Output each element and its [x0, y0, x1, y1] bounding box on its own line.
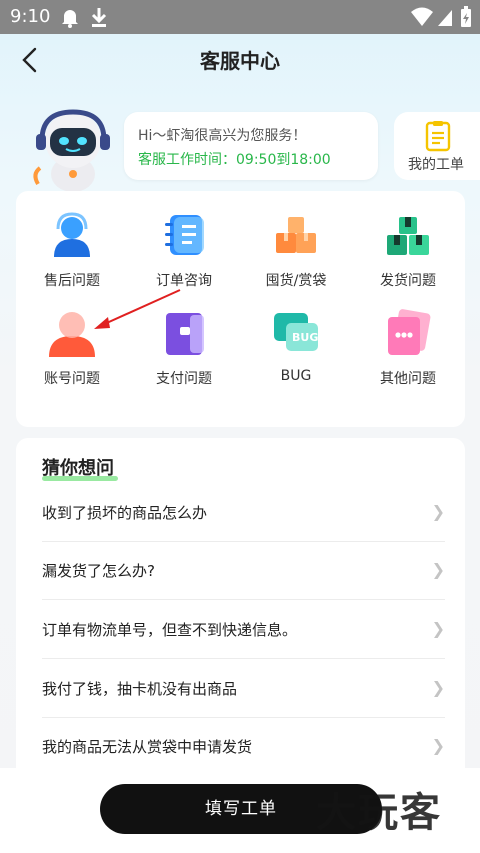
wifi-icon: [411, 7, 433, 26]
category-bug[interactable]: BUG BUG: [240, 301, 352, 391]
faq-item[interactable]: 收到了损坏的商品怎么办 ❯: [42, 484, 445, 542]
status-time: 9:10: [10, 6, 51, 27]
service-hours-text: 客服工作时间：09:50到18:00: [138, 152, 331, 168]
status-bar: 9:10: [0, 0, 480, 34]
headset-person-icon: [54, 212, 90, 257]
download-icon: [91, 8, 107, 27]
bug-cards-icon: BUG: [274, 313, 318, 351]
faq-card: 猜你想问 收到了损坏的商品怎么办 ❯ 漏发货了怎么办? ❯ 订单有物流单号，但查…: [16, 438, 465, 768]
notebook-icon: [165, 215, 204, 255]
battery-icon: [461, 6, 471, 27]
signal-icon: [438, 10, 452, 26]
notification-bell-icon: [62, 10, 78, 28]
category-label: 账号问题: [44, 371, 100, 387]
category-label: 其他问题: [380, 371, 436, 387]
my-tickets-label: 我的工单: [408, 157, 464, 173]
chevron-right-icon: ❯: [431, 678, 445, 697]
chevron-right-icon: ❯: [431, 560, 445, 579]
chat-bubble-icon: [388, 309, 431, 355]
category-other[interactable]: 其他问题: [352, 301, 464, 391]
boxes-icon: [276, 217, 316, 253]
faq-question: 我的商品无法从赏袋中申请发货: [42, 738, 253, 756]
greeting-card: Hi～虾淘很高兴为您服务！ 客服工作时间：09:50到18:00: [124, 112, 378, 180]
bug-icon-text: BUG: [292, 331, 318, 344]
chevron-right-icon: ❯: [431, 619, 445, 638]
watermark-logo: 大玩客: [316, 789, 442, 836]
category-stock-bag[interactable]: 囤货/赏袋: [240, 203, 352, 293]
category-label: BUG: [280, 368, 312, 384]
annotation-arrow: [94, 289, 181, 329]
faq-item[interactable]: 我付了钱，抽卡机没有出商品 ❯: [42, 660, 445, 718]
page-title: 客服中心: [200, 49, 280, 73]
faq-item[interactable]: 订单有物流单号，但查不到快递信息。 ❯: [42, 601, 445, 659]
category-grid: 售后问题 订单咨询 囤货/赏袋 发货问题 账号问题 支付问题 BUG BUG 其…: [16, 191, 465, 427]
chevron-right-icon: ❯: [431, 502, 445, 521]
faq-question: 我付了钱，抽卡机没有出商品: [42, 680, 238, 698]
category-order-inquiry[interactable]: 订单咨询: [128, 203, 240, 293]
category-label: 囤货/赏袋: [265, 273, 327, 289]
faq-question: 漏发货了怎么办?: [42, 562, 155, 580]
category-shipping[interactable]: 发货问题: [352, 203, 464, 293]
faq-question: 订单有物流单号，但查不到快递信息。: [42, 621, 298, 639]
greeting-text: Hi～虾淘很高兴为您服务！: [138, 128, 307, 144]
faq-question: 收到了损坏的商品怎么办: [42, 504, 208, 522]
category-label: 支付问题: [156, 371, 212, 387]
chevron-right-icon: ❯: [431, 736, 445, 755]
clipboard-icon: [425, 121, 451, 152]
robot-mascot-icon: [33, 109, 110, 192]
faq-title: 猜你想问: [42, 458, 114, 479]
my-tickets-button[interactable]: 我的工单: [394, 112, 480, 180]
category-after-sales[interactable]: 售后问题: [16, 203, 128, 293]
faq-item[interactable]: 漏发货了怎么办? ❯: [42, 542, 445, 600]
category-label: 发货问题: [380, 273, 436, 289]
faq-item[interactable]: 我的商品无法从赏袋中申请发货 ❯: [42, 718, 445, 768]
gift-boxes-icon: [387, 217, 429, 255]
